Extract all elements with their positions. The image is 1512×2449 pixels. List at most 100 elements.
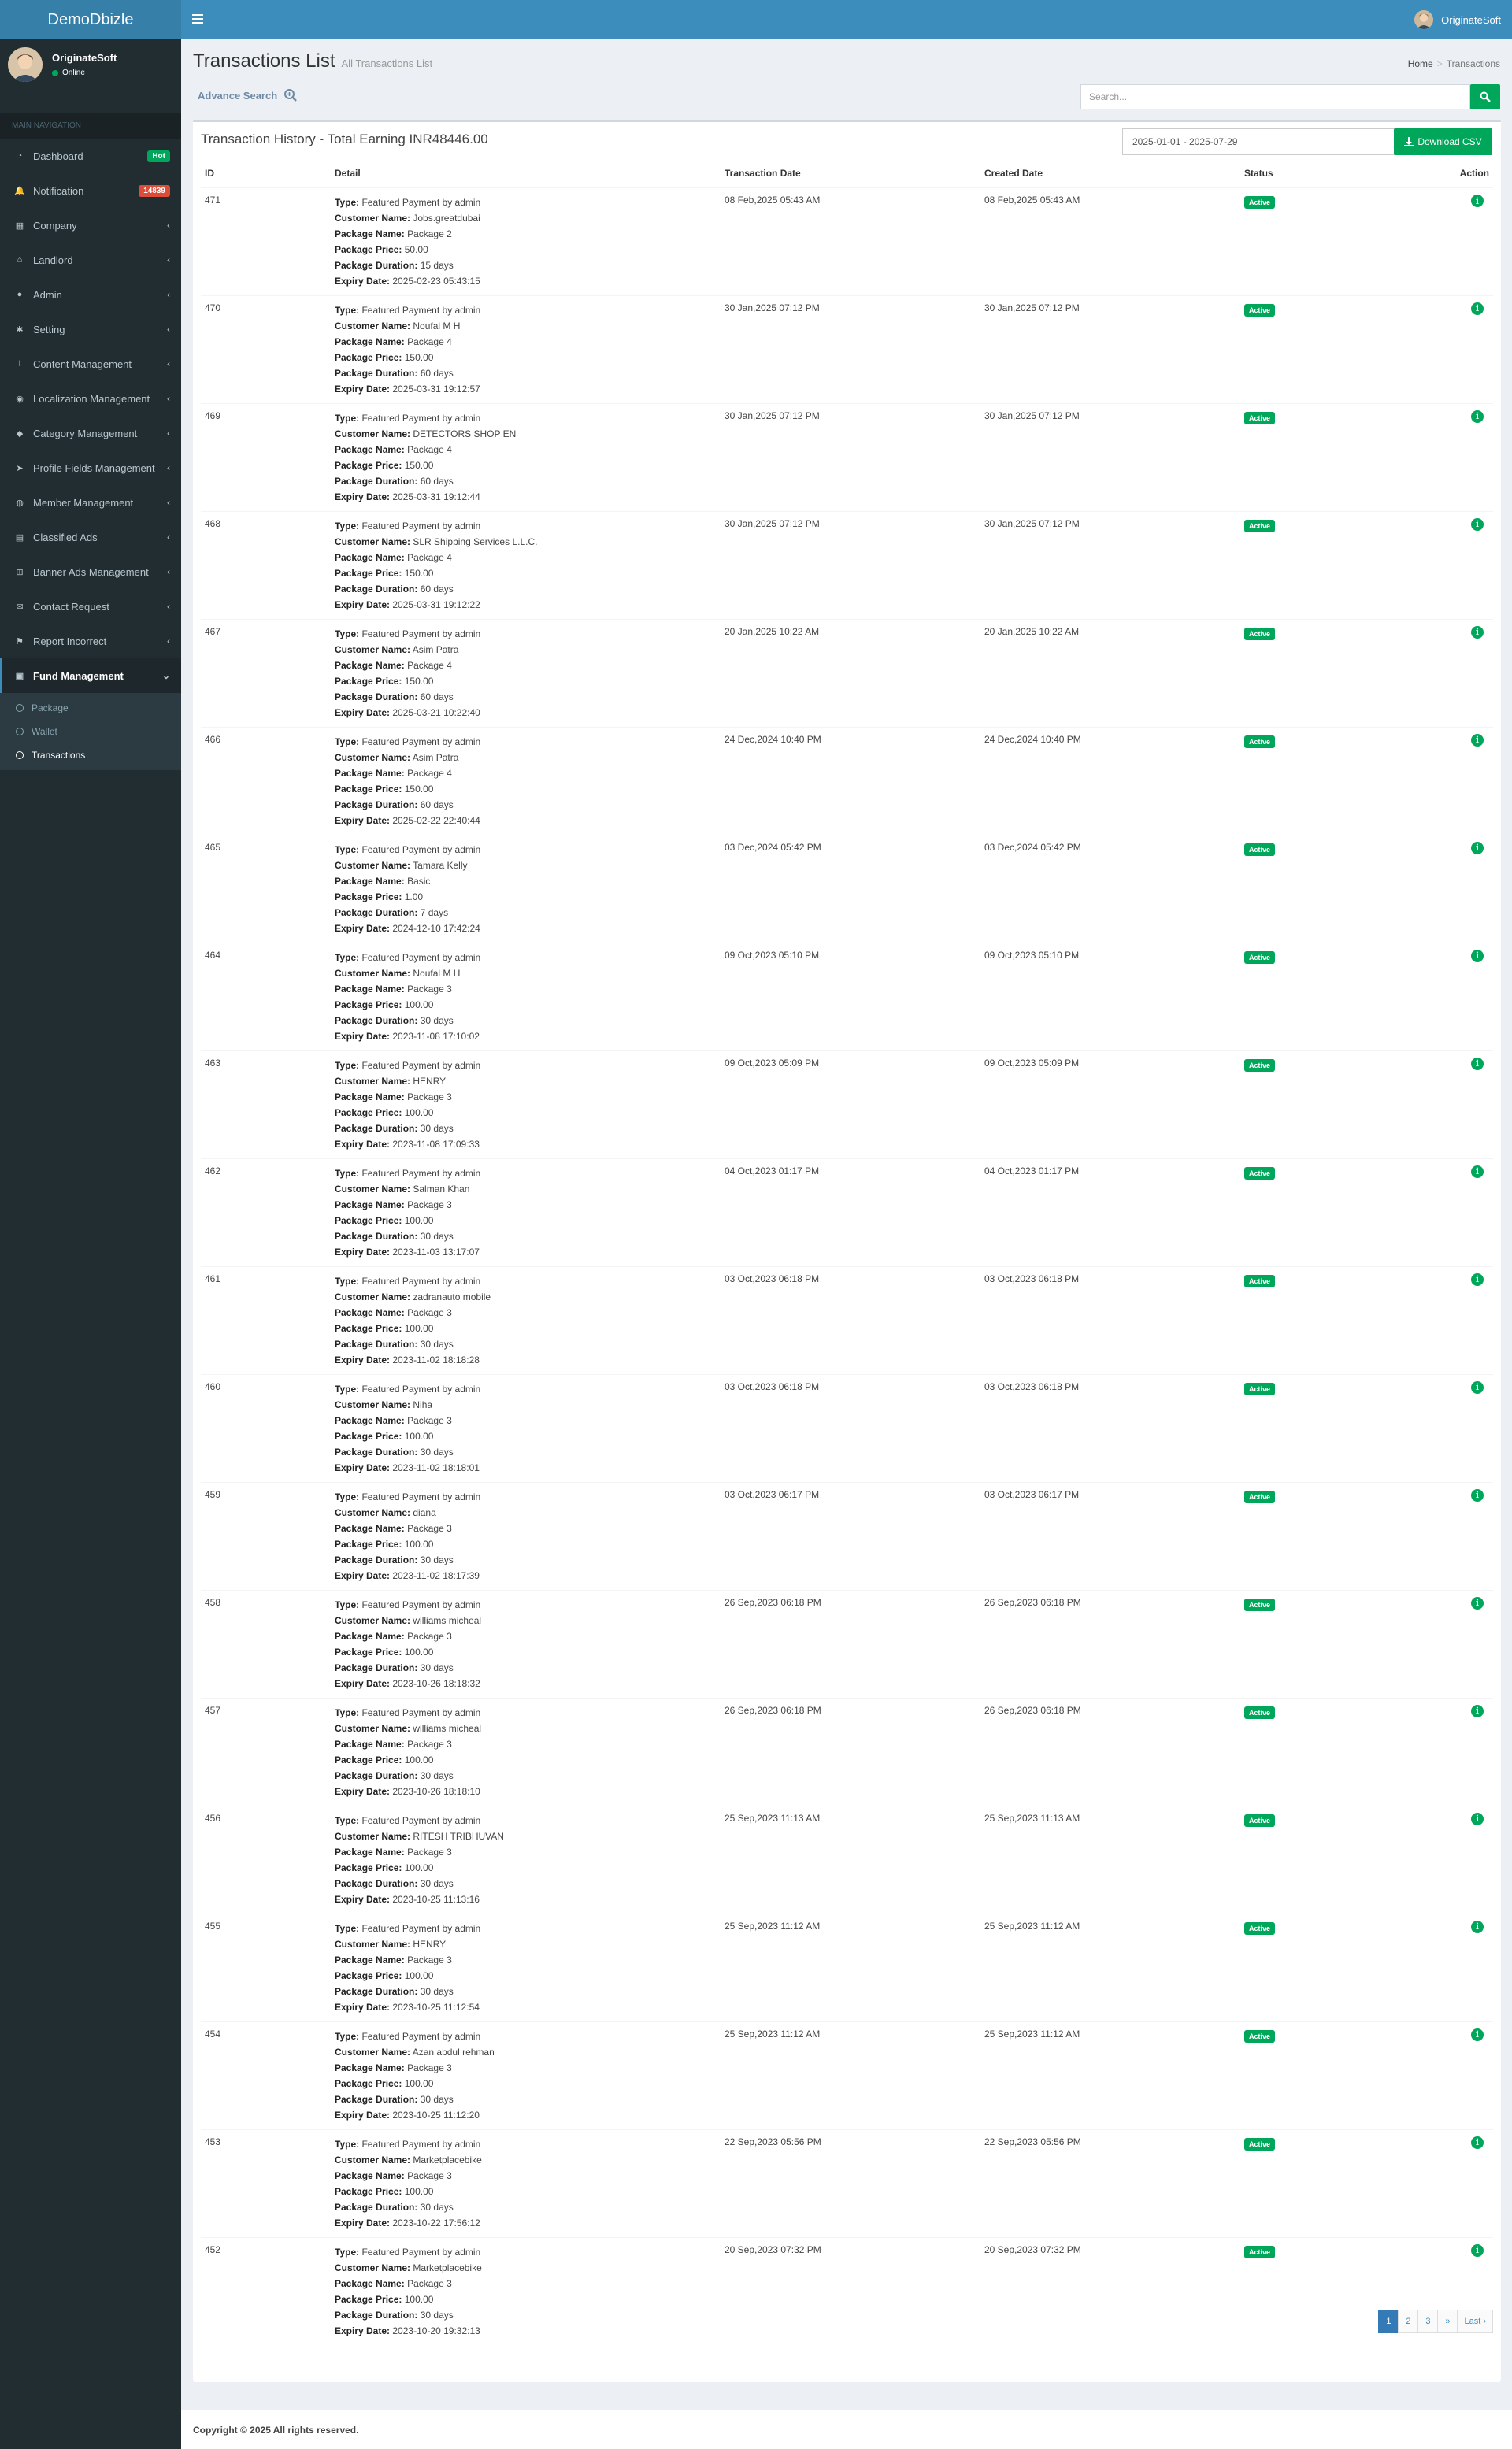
sidebar-item-member-management[interactable]: ◍ Member Management ‹ bbox=[0, 485, 181, 520]
pagination-item[interactable]: 3 bbox=[1418, 2310, 1439, 2333]
info-icon[interactable]: i bbox=[1471, 302, 1484, 315]
menu-toggle-icon[interactable] bbox=[192, 12, 203, 28]
sidebar-item-classified-ads[interactable]: ▤ Classified Ads ‹ bbox=[0, 520, 181, 554]
info-icon[interactable]: i bbox=[1471, 1380, 1484, 1394]
detail-expiry: Expiry Date: 2023-10-25 11:12:20 bbox=[335, 2107, 717, 2123]
sidebar-item-notification[interactable]: 🔔 Notification 14839 bbox=[0, 173, 181, 208]
detail-label: Customer Name: bbox=[335, 1938, 411, 1950]
detail-label: Type: bbox=[335, 951, 360, 963]
detail-label: Expiry Date: bbox=[335, 1030, 391, 1042]
footer: Copyright © 2025 All rights reserved. bbox=[181, 2410, 1512, 2449]
chevron-left-icon: ‹ bbox=[167, 289, 170, 300]
detail-value: 100.00 bbox=[404, 1430, 434, 1442]
sidebar-item-label: Company bbox=[33, 219, 77, 232]
fund-management-submenu: Package Wallet Transactions bbox=[0, 693, 181, 770]
detail-label: Package Name: bbox=[335, 2062, 405, 2073]
pagination-item[interactable]: Last › bbox=[1457, 2310, 1493, 2333]
sidebar-item-dashboard[interactable]: ◔ Dashboard Hot bbox=[0, 139, 181, 173]
info-icon[interactable]: i bbox=[1471, 949, 1484, 962]
info-icon[interactable]: i bbox=[1471, 1165, 1484, 1178]
sidebar-item-landlord[interactable]: ⌂ Landlord ‹ bbox=[0, 243, 181, 277]
table-header-row: ID Detail Transaction Date Created Date Stat… bbox=[201, 160, 1493, 188]
app-logo[interactable]: DemoDbizle bbox=[0, 0, 181, 39]
detail-label: Package Price: bbox=[335, 2293, 402, 2305]
sidebar-item-content-management[interactable]: I Content Management ‹ bbox=[0, 346, 181, 381]
detail-value: Package 4 bbox=[407, 551, 452, 563]
info-icon[interactable]: i bbox=[1471, 2243, 1484, 2257]
sidebar-item-label: Category Management bbox=[33, 427, 138, 439]
created-date: 03 Oct,2023 06:17 PM bbox=[980, 1481, 1240, 1590]
info-icon[interactable]: i bbox=[1471, 517, 1484, 531]
sidebar-item-localization-management[interactable]: ◉ Localization Management ‹ bbox=[0, 381, 181, 416]
info-icon[interactable]: i bbox=[1471, 733, 1484, 747]
info-icon[interactable]: i bbox=[1471, 1596, 1484, 1610]
search-input[interactable]: Search... bbox=[1080, 84, 1470, 109]
detail-value: Package 4 bbox=[407, 335, 452, 347]
info-icon[interactable]: i bbox=[1471, 2136, 1484, 2149]
info-icon[interactable]: i bbox=[1471, 1273, 1484, 1286]
info-icon[interactable]: i bbox=[1471, 195, 1484, 207]
detail-value: Package 3 bbox=[407, 1306, 452, 1318]
info-icon[interactable]: i bbox=[1471, 841, 1484, 854]
detail-value: 60 days bbox=[420, 367, 454, 379]
pagination-item[interactable]: 2 bbox=[1398, 2310, 1419, 2333]
detail-expiry: Expiry Date: 2023-11-03 13:17:07 bbox=[335, 1244, 717, 1260]
detail-label: Package Duration: bbox=[335, 2309, 418, 2321]
detail-value: Package 3 bbox=[407, 2277, 452, 2289]
advance-search-link[interactable]: Advance Search bbox=[198, 88, 298, 102]
status-cell: Active bbox=[1240, 295, 1445, 403]
detail-label: Package Name: bbox=[335, 228, 405, 239]
status-badge: Active bbox=[1244, 1166, 1276, 1180]
table-row: 452 Type: Featured Payment by admin Custom… bbox=[201, 2236, 1493, 2345]
chevron-left-icon: ‹ bbox=[167, 358, 170, 369]
info-icon[interactable]: i bbox=[1471, 1920, 1484, 1933]
detail-value: Featured Payment by admin bbox=[361, 1706, 481, 1718]
sidebar-item-admin[interactable]: ● Admin ‹ bbox=[0, 277, 181, 312]
detail-label: Package Price: bbox=[335, 1214, 402, 1226]
info-icon[interactable]: i bbox=[1471, 1704, 1484, 1717]
info-icon[interactable]: i bbox=[1471, 1488, 1484, 1502]
info-icon[interactable]: i bbox=[1471, 625, 1484, 639]
status-cell: Active bbox=[1240, 1265, 1445, 1374]
status-badge: Active bbox=[1244, 411, 1276, 424]
download-csv-button[interactable]: Download CSV bbox=[1394, 128, 1492, 155]
table-row: 463 Type: Featured Payment by admin Custom… bbox=[201, 1050, 1493, 1158]
info-icon[interactable]: i bbox=[1471, 1812, 1484, 1825]
detail-customer: Customer Name: Tamara Kelly bbox=[335, 858, 717, 873]
detail-label: Expiry Date: bbox=[335, 1138, 391, 1150]
sidebar-item-setting[interactable]: ✱ Setting ‹ bbox=[0, 312, 181, 346]
search-button[interactable] bbox=[1470, 84, 1500, 109]
transaction-date: 26 Sep,2023 06:18 PM bbox=[721, 1697, 980, 1806]
table-row: 471 Type: Featured Payment by admin Custom… bbox=[201, 187, 1493, 295]
detail-label: Type: bbox=[335, 735, 360, 747]
sidebar-item-contact-request[interactable]: ✉ Contact Request ‹ bbox=[0, 589, 181, 624]
transaction-detail: Type: Featured Payment by admin Customer … bbox=[331, 942, 721, 1050]
status-cell: Active bbox=[1240, 1373, 1445, 1482]
sidebar-subitem-package[interactable]: Package bbox=[0, 696, 181, 720]
date-range-input[interactable]: 2025-01-01 - 2025-07-29 bbox=[1122, 128, 1396, 155]
detail-customer: Customer Name: Noufal M H bbox=[335, 965, 717, 981]
detail-value: DETECTORS SHOP EN bbox=[413, 428, 517, 439]
action-cell: i bbox=[1445, 1697, 1493, 1806]
breadcrumb-home[interactable]: Home bbox=[1408, 58, 1433, 69]
sidebar-item-report-incorrect[interactable]: ⚑ Report Incorrect ‹ bbox=[0, 624, 181, 658]
top-user-menu[interactable]: OriginateSoft bbox=[1414, 10, 1501, 29]
sidebar-subitem-wallet[interactable]: Wallet bbox=[0, 720, 181, 743]
sidebar-item-fund-management[interactable]: ▣ Fund Management ⌄ bbox=[0, 658, 181, 693]
sidebar-subitem-transactions[interactable]: Transactions bbox=[0, 743, 181, 767]
info-icon[interactable]: i bbox=[1471, 409, 1484, 423]
info-icon[interactable]: i bbox=[1471, 1057, 1484, 1070]
detail-value: 2025-03-31 19:12:44 bbox=[392, 491, 480, 502]
sidebar-item-category-management[interactable]: ◆ Category Management ‹ bbox=[0, 416, 181, 450]
pagination-item[interactable]: » bbox=[1437, 2310, 1458, 2333]
sidebar-item-company[interactable]: ▦ Company ‹ bbox=[0, 208, 181, 243]
info-icon[interactable]: i bbox=[1471, 2028, 1484, 2041]
chevron-left-icon: ‹ bbox=[167, 393, 170, 404]
sidebar-item-banner-ads-management[interactable]: ⊞ Banner Ads Management ‹ bbox=[0, 554, 181, 589]
sidebar-item-profile-fields-management[interactable]: ➤ Profile Fields Management ‹ bbox=[0, 450, 181, 485]
detail-value: 2024-12-10 17:42:24 bbox=[392, 922, 480, 934]
pagination-item[interactable]: 1 bbox=[1378, 2310, 1399, 2333]
detail-value: 2023-10-20 19:32:13 bbox=[392, 2325, 480, 2336]
status-cell: Active bbox=[1240, 942, 1445, 1050]
detail-package: Package Name: Package 4 bbox=[335, 550, 717, 565]
